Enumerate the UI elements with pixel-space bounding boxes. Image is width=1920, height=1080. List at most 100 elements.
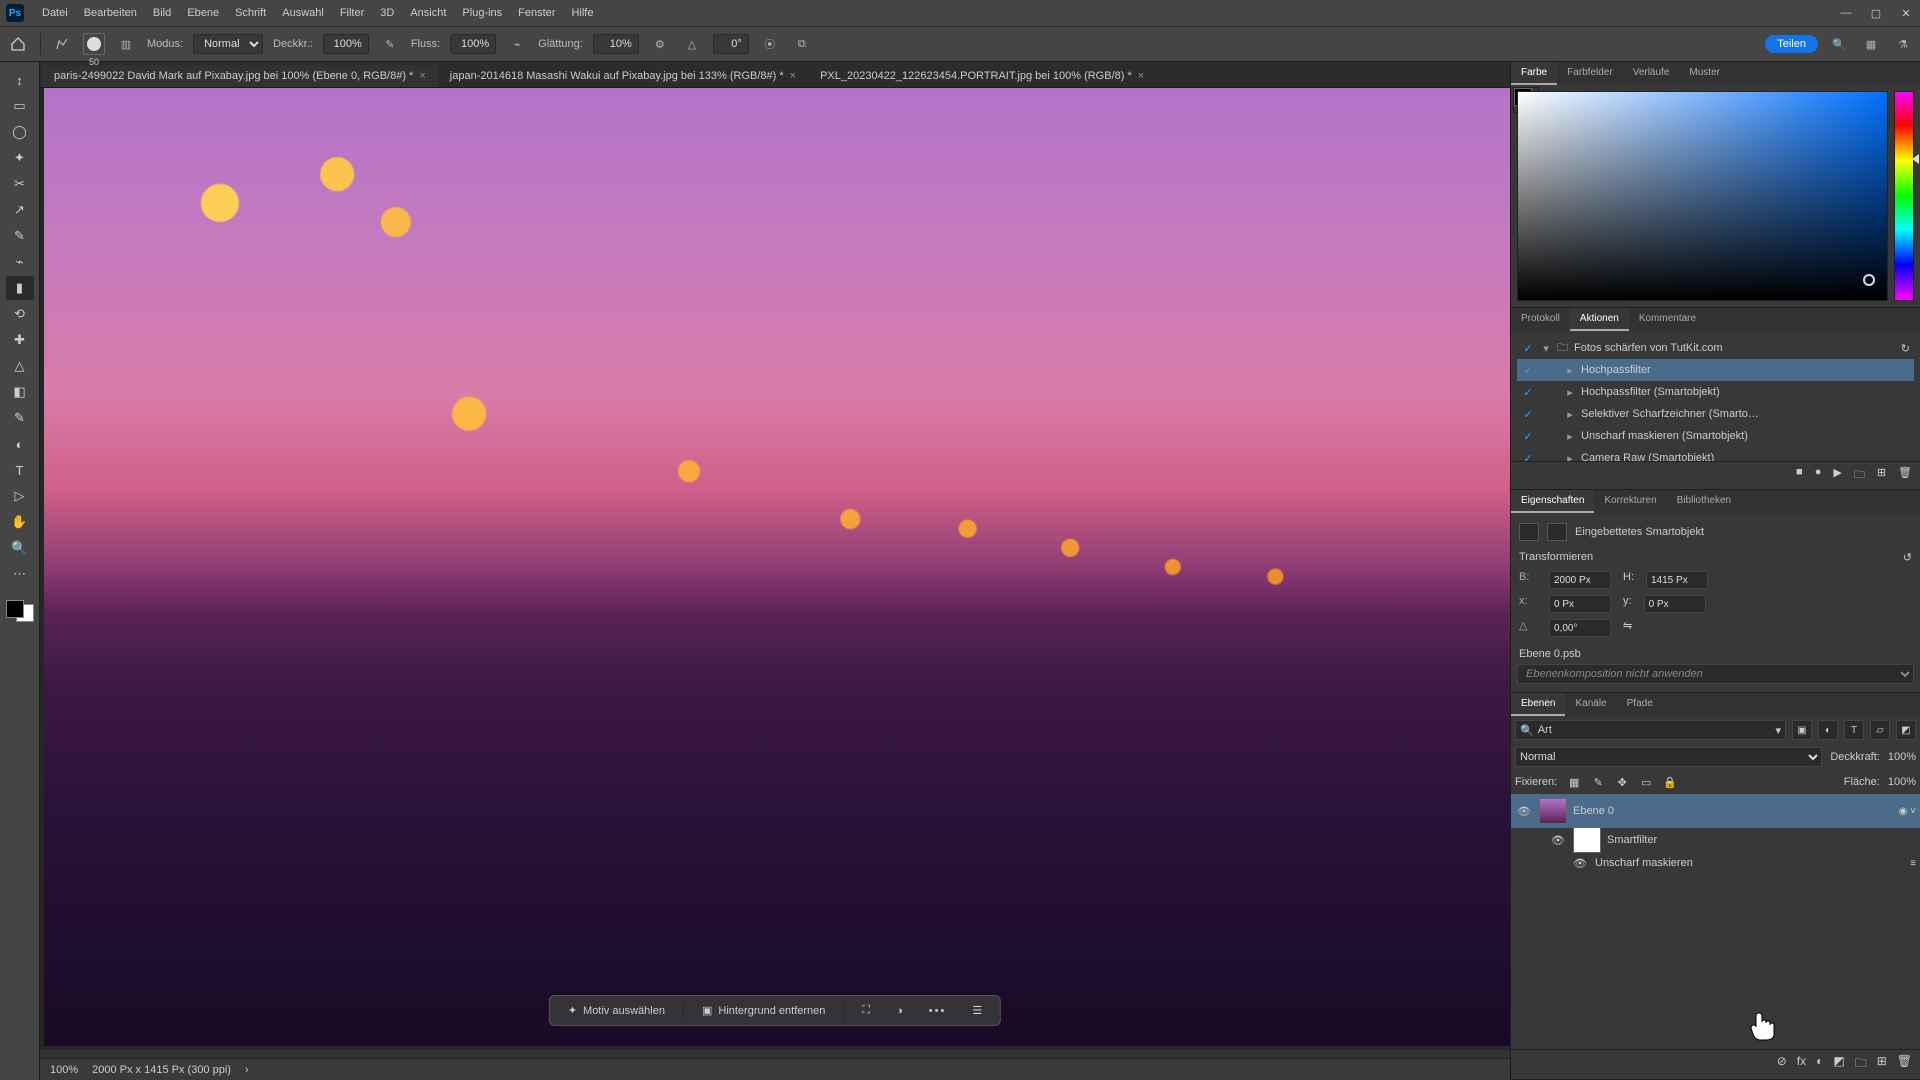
lock-all-icon[interactable]: 🔒 (1661, 773, 1679, 791)
path-tool[interactable]: ▷ (6, 484, 34, 508)
menu-bearbeiten[interactable]: Bearbeiten (76, 3, 145, 23)
layer-opacity-value[interactable]: 100% (1888, 751, 1916, 763)
eraser-tool[interactable]: △ (6, 354, 34, 378)
action-row[interactable]: ✓▸Camera Raw (Smartobjekt) (1517, 447, 1914, 461)
pressure-size-icon[interactable]: ⦿ (759, 33, 781, 55)
search-icon[interactable]: 🔍 (1828, 33, 1850, 55)
menu-ansicht[interactable]: Ansicht (402, 3, 454, 23)
new-action-button[interactable]: ⊞ (1877, 466, 1886, 485)
hue-handle[interactable] (1912, 154, 1919, 164)
angle-icon[interactable]: △ (681, 33, 703, 55)
color-swatches[interactable] (6, 594, 34, 622)
new-set-button[interactable]: 🗀 (1854, 466, 1865, 485)
opacity-pressure-icon[interactable]: ✎ (379, 33, 401, 55)
menu-bild[interactable]: Bild (145, 3, 179, 23)
action-row[interactable]: ✓▸Hochpassfilter (1517, 359, 1914, 381)
layer-ebene-0[interactable]: 👁 Ebene 0 ◉ ˅ (1511, 794, 1920, 828)
delete-layer-icon[interactable]: 🗑 (1897, 1054, 1912, 1075)
tab-farbfelder[interactable]: Farbfelder (1557, 62, 1623, 85)
filter-image-icon[interactable]: ▣ (1792, 720, 1812, 740)
adjustment-icon[interactable]: ◩ (1833, 1054, 1844, 1075)
new-layer-icon[interactable]: ⊞ (1877, 1054, 1887, 1075)
layer-comp-select[interactable]: Ebenenkomposition nicht anwenden (1517, 664, 1914, 684)
tab-aktionen[interactable]: Aktionen (1570, 308, 1629, 331)
filter-shape-icon[interactable]: ▱ (1870, 720, 1890, 740)
symmetry-icon[interactable]: ⧉ (791, 33, 813, 55)
group-icon[interactable]: 🗀 (1855, 1054, 1867, 1075)
check-icon[interactable]: ✓ (1521, 408, 1535, 421)
layer-fill-value[interactable]: 100% (1888, 776, 1916, 788)
status-chevron-icon[interactable]: › (245, 1064, 249, 1076)
visibility-icon[interactable]: 👁 (1515, 805, 1533, 818)
layer-name[interactable]: Ebene 0 (1573, 805, 1614, 817)
smart-filters-row[interactable]: 👁 Smartfilter (1511, 828, 1920, 852)
layer-thumbnail[interactable] (1539, 798, 1567, 824)
filter-name[interactable]: Unscharf maskieren (1595, 857, 1693, 869)
tab-kommentare[interactable]: Kommentare (1629, 308, 1706, 331)
hue-slider[interactable] (1894, 91, 1914, 301)
smart-filter-item[interactable]: 👁 Unscharf maskieren ≡ (1511, 852, 1920, 874)
tab-ebenen[interactable]: Ebenen (1511, 693, 1565, 716)
adjust-icon[interactable]: ◑ (888, 1002, 911, 1020)
close-icon[interactable]: × (1138, 70, 1144, 82)
document-canvas[interactable] (44, 88, 1510, 1046)
menu-plugins[interactable]: Plug-ins (454, 3, 510, 23)
edit-toolbar[interactable]: ⋯ (6, 562, 34, 586)
opacity-value[interactable]: 100% (323, 34, 369, 54)
dodge-tool[interactable]: ◐ (6, 432, 34, 456)
link-layers-icon[interactable]: ⊘ (1777, 1054, 1787, 1075)
flip-h-icon[interactable]: ⇋ (1623, 619, 1632, 637)
workspace-icon[interactable]: ▦ (1860, 33, 1882, 55)
brush-panel-toggle[interactable]: ▥ (115, 33, 137, 55)
layer-blend-select[interactable]: Normal (1515, 747, 1822, 767)
width-field[interactable] (1549, 571, 1611, 589)
tool-icon[interactable] (51, 33, 73, 55)
tab-pfade[interactable]: Pfade (1617, 693, 1663, 716)
tab-japan[interactable]: japan-2014618 Masashi Wakui auf Pixabay.… (438, 65, 808, 87)
check-icon[interactable]: ✓ (1521, 386, 1535, 399)
angle-field[interactable] (1549, 619, 1611, 637)
frame-tool[interactable]: ↗ (6, 198, 34, 222)
menu-filter[interactable]: Filter (332, 3, 372, 23)
filter-type-icon[interactable]: T (1844, 720, 1864, 740)
filter-smart-icon[interactable]: ◩ (1896, 720, 1916, 740)
check-icon[interactable]: ✓ (1521, 364, 1535, 377)
menu-ebene[interactable]: Ebene (179, 3, 227, 23)
smooth-options-icon[interactable]: ⚙ (649, 33, 671, 55)
remove-background-button[interactable]: ▣Hintergrund entfernen (694, 1001, 833, 1020)
color-handle[interactable] (1863, 274, 1875, 286)
action-row[interactable]: ✓▸Unscharf maskieren (Smartobjekt) (1517, 425, 1914, 447)
tab-verlaeufe[interactable]: Verläufe (1623, 62, 1680, 85)
document-info[interactable]: 2000 Px x 1415 Px (300 ppi) (92, 1064, 231, 1076)
blend-mode-select[interactable]: Normal (193, 34, 263, 54)
menu-auswahl[interactable]: Auswahl (274, 3, 332, 23)
window-minimize[interactable]: — (1838, 7, 1854, 20)
check-icon[interactable]: ✓ (1521, 430, 1535, 443)
tab-muster[interactable]: Muster (1679, 62, 1730, 85)
history-brush-tool[interactable]: ✚ (6, 328, 34, 352)
clone-tool[interactable]: ⟲ (6, 302, 34, 326)
marquee-tool[interactable]: ▭ (6, 94, 34, 118)
reset-transform-icon[interactable]: ↺ (1903, 551, 1912, 564)
properties-icon[interactable]: ☰ (964, 1001, 990, 1020)
smooth-value[interactable]: 10% (593, 34, 639, 54)
angle-value[interactable]: 0° (713, 34, 749, 54)
zoom-tool[interactable]: 🔍 (6, 536, 34, 560)
menu-datei[interactable]: Datei (34, 3, 76, 23)
smart-filter-toggle[interactable]: ◉ ˅ (1899, 806, 1916, 817)
delete-button[interactable]: 🗑 (1898, 466, 1912, 485)
y-field[interactable] (1644, 595, 1706, 613)
check-icon[interactable]: ✓ (1521, 452, 1535, 462)
record-button[interactable]: ● (1815, 466, 1822, 485)
move-tool[interactable]: ↕ (6, 68, 34, 92)
lock-position-icon[interactable]: ✥ (1613, 773, 1631, 791)
more-menu[interactable]: ••• (921, 1002, 955, 1020)
filter-mask-thumb[interactable] (1573, 827, 1601, 853)
actions-list[interactable]: ✓▾🗀Fotos schärfen von TutKit.com↻ ✓▸Hoch… (1511, 331, 1920, 461)
tab-protokoll[interactable]: Protokoll (1511, 308, 1570, 331)
transform-icon[interactable]: ⛶ (854, 1001, 878, 1020)
visibility-icon[interactable]: 👁 (1549, 834, 1567, 847)
tab-eigenschaften[interactable]: Eigenschaften (1511, 490, 1594, 513)
tab-pxl[interactable]: PXL_20230422_122623454.PORTRAIT.jpg bei … (808, 65, 1156, 87)
action-row[interactable]: ✓▸Hochpassfilter (Smartobjekt) (1517, 381, 1914, 403)
